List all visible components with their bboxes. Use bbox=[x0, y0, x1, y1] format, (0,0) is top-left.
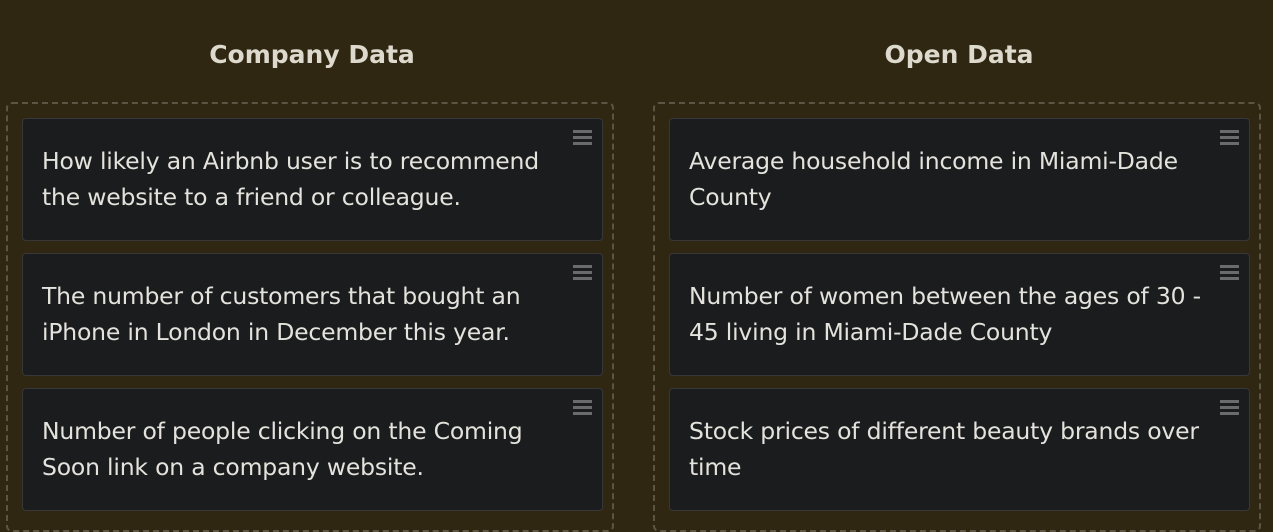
card-stock-prices[interactable]: Stock prices of different beauty brands … bbox=[669, 388, 1250, 511]
card-airbnb-recommend[interactable]: How likely an Airbnb user is to recommen… bbox=[22, 118, 603, 241]
card-text: The number of customers that bought an i… bbox=[42, 282, 521, 346]
card-women-ages[interactable]: Number of women between the ages of 30 -… bbox=[669, 253, 1250, 376]
card-text: Average household income in Miami-Dade C… bbox=[689, 147, 1178, 211]
company-data-dropzone[interactable]: How likely an Airbnb user is to recommen… bbox=[6, 102, 614, 532]
hamburger-icon[interactable] bbox=[573, 265, 592, 280]
company-data-title: Company Data bbox=[209, 40, 415, 69]
hamburger-icon[interactable] bbox=[1220, 130, 1239, 145]
card-household-income[interactable]: Average household income in Miami-Dade C… bbox=[669, 118, 1250, 241]
card-iphone-london[interactable]: The number of customers that bought an i… bbox=[22, 253, 603, 376]
card-coming-soon-clicks[interactable]: Number of people clicking on the Coming … bbox=[22, 388, 603, 511]
card-text: Number of women between the ages of 30 -… bbox=[689, 282, 1201, 346]
hamburger-icon[interactable] bbox=[1220, 265, 1239, 280]
card-text: How likely an Airbnb user is to recommen… bbox=[42, 147, 539, 211]
hamburger-icon[interactable] bbox=[573, 400, 592, 415]
open-data-title: Open Data bbox=[884, 40, 1034, 69]
hamburger-icon[interactable] bbox=[573, 130, 592, 145]
card-text: Number of people clicking on the Coming … bbox=[42, 417, 523, 481]
open-data-dropzone[interactable]: Average household income in Miami-Dade C… bbox=[653, 102, 1261, 532]
card-text: Stock prices of different beauty brands … bbox=[689, 417, 1199, 481]
hamburger-icon[interactable] bbox=[1220, 400, 1239, 415]
